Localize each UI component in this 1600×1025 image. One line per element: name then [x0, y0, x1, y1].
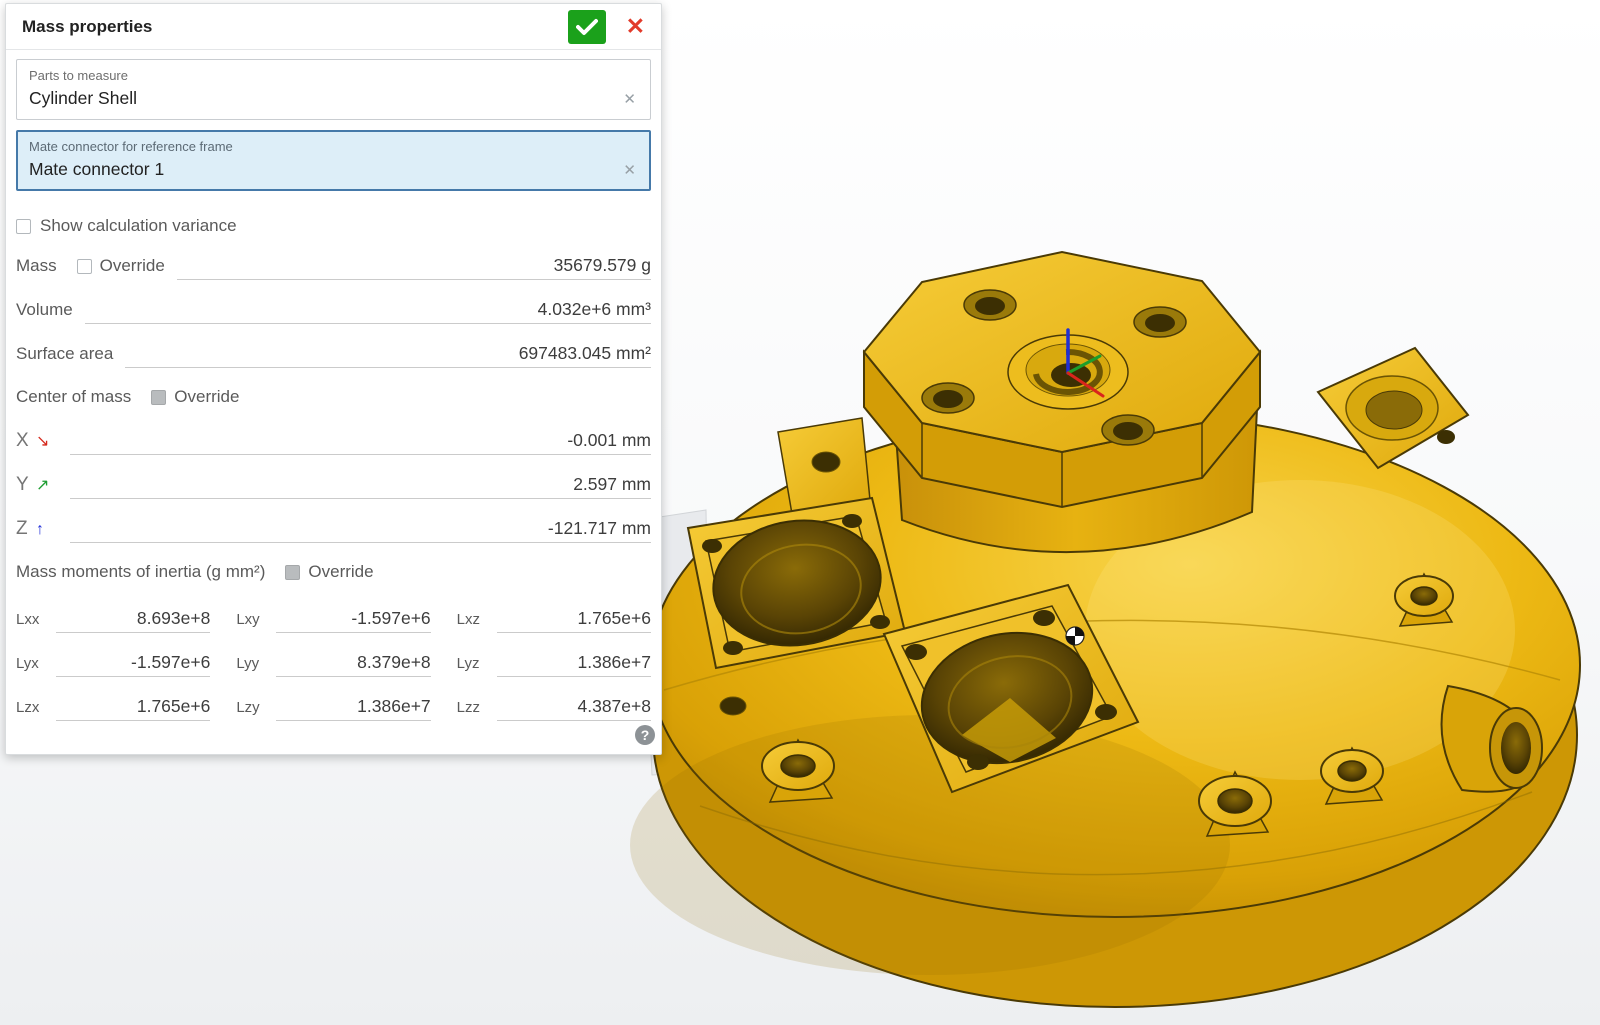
inertia-cell-lzz: Lzz 4.387e+8 [457, 696, 651, 721]
accept-button[interactable] [568, 10, 606, 44]
center-of-mass-label: Center of mass [16, 387, 131, 407]
com-override-label: Override [174, 387, 239, 407]
com-z-value: -121.717 mm [70, 518, 651, 543]
inertia-cell-lzy: Lzy 1.386e+7 [236, 696, 430, 721]
inertia-label: Mass moments of inertia (g mm²) [16, 562, 265, 582]
part-top-flange[interactable] [864, 252, 1260, 507]
inertia-matrix: Lxx 8.693e+8 Lxy -1.597e+6 Lxz 1.765e+6 … [16, 608, 651, 721]
parts-to-measure-value[interactable]: Cylinder Shell [29, 88, 621, 109]
parts-to-measure-field[interactable]: Parts to measure Cylinder Shell ✕ [16, 59, 651, 120]
volume-row: Volume 4.032e+6 mm³ [16, 299, 651, 324]
close-button[interactable]: ✕ [620, 13, 651, 40]
inertia-cell-lyx: Lyx -1.597e+6 [16, 652, 210, 677]
inertia-override-checkbox[interactable] [285, 565, 300, 580]
dialog-titlebar: Mass properties ✕ [6, 4, 661, 50]
inertia-cell-lxx: Lxx 8.693e+8 [16, 608, 210, 633]
mass-row: Mass Override 35679.579 g [16, 255, 651, 280]
inertia-cell-lyz: Lyz 1.386e+7 [457, 652, 651, 677]
inertia-cell-lxz: Lxz 1.765e+6 [457, 608, 651, 633]
mass-label: Mass [16, 256, 57, 276]
mass-override-checkbox[interactable] [77, 259, 92, 274]
axis-x-label: X [16, 430, 36, 452]
checkmark-icon [576, 18, 598, 36]
variance-label: Show calculation variance [40, 216, 237, 236]
surface-area-value: 697483.045 mm² [125, 343, 651, 368]
axis-y-arrow-icon: ↗ [36, 475, 58, 495]
com-override-checkbox[interactable] [151, 390, 166, 405]
com-y-value: 2.597 mm [70, 474, 651, 499]
com-x-row: X ↘ -0.001 mm [16, 430, 651, 455]
axis-y-label: Y [16, 474, 36, 496]
inertia-header-row: Mass moments of inertia (g mm²) Override [16, 562, 651, 586]
axis-z-label: Z [16, 518, 36, 540]
center-of-mass-indicator [1066, 627, 1084, 645]
com-z-row: Z ↑ -121.717 mm [16, 518, 651, 543]
com-y-row: Y ↗ 2.597 mm [16, 474, 651, 499]
axis-x-arrow-icon: ↘ [36, 431, 58, 451]
variance-checkbox[interactable] [16, 219, 31, 234]
clear-parts-icon[interactable]: ✕ [621, 90, 638, 108]
inertia-cell-lyy: Lyy 8.379e+8 [236, 652, 430, 677]
dialog-title: Mass properties [22, 17, 568, 37]
center-of-mass-row: Center of mass Override [16, 387, 651, 411]
parts-to-measure-label: Parts to measure [29, 68, 638, 83]
mass-value: 35679.579 g [177, 255, 651, 280]
mate-connector-label: Mate connector for reference frame [29, 139, 638, 154]
mass-override-label: Override [100, 256, 165, 276]
help-icon[interactable]: ? [635, 725, 655, 745]
surface-area-label: Surface area [16, 344, 113, 364]
surface-area-row: Surface area 697483.045 mm² [16, 343, 651, 368]
variance-row: Show calculation variance [16, 216, 651, 236]
inertia-override-label: Override [308, 562, 373, 582]
clear-mate-icon[interactable]: ✕ [621, 161, 638, 179]
inertia-cell-lxy: Lxy -1.597e+6 [236, 608, 430, 633]
volume-label: Volume [16, 300, 73, 320]
mate-connector-value[interactable]: Mate connector 1 [29, 159, 621, 180]
axis-z-arrow-icon: ↑ [36, 521, 58, 539]
dialog-body: Parts to measure Cylinder Shell ✕ Mate c… [6, 50, 661, 721]
volume-value: 4.032e+6 mm³ [85, 299, 651, 324]
inertia-cell-lzx: Lzx 1.765e+6 [16, 696, 210, 721]
mass-properties-dialog: Mass properties ✕ Parts to measure Cylin… [5, 3, 662, 755]
com-x-value: -0.001 mm [70, 430, 651, 455]
mate-connector-field[interactable]: Mate connector for reference frame Mate … [16, 130, 651, 191]
